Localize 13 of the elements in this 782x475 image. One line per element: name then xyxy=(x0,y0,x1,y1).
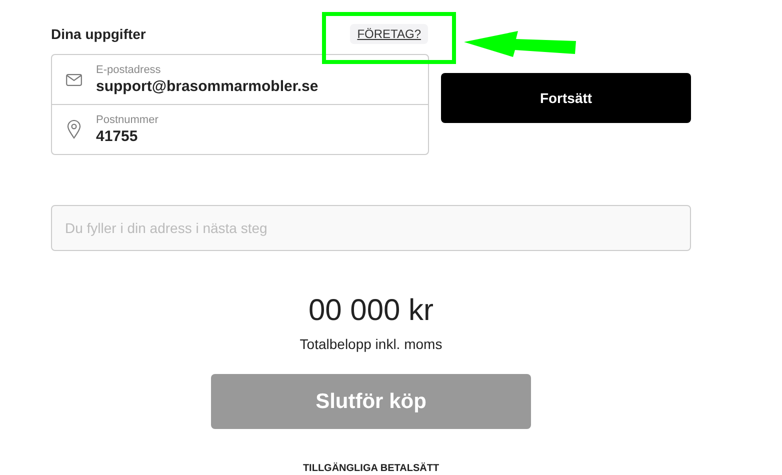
address-field[interactable]: Du fyller i din adress i nästa steg xyxy=(51,205,691,251)
company-link[interactable]: FÖRETAG? xyxy=(350,24,428,44)
location-pin-icon xyxy=(67,120,81,139)
field-value[interactable]: support@brasommarmobler.se xyxy=(96,78,318,95)
payment-methods-heading: TILLGÄNGLIGA BETALSÄTT xyxy=(302,463,440,474)
envelope-icon xyxy=(66,74,82,86)
total-caption: Totalbelopp inkl. moms xyxy=(300,336,442,352)
field-value[interactable]: 41755 xyxy=(96,128,158,145)
continue-button[interactable]: Fortsätt xyxy=(441,73,691,123)
field-label: Postnummer xyxy=(96,114,158,126)
total-amount: 00 000 kr xyxy=(308,294,434,328)
section-title: Dina uppgifter xyxy=(51,26,146,42)
field-label: E-postadress xyxy=(96,64,162,76)
